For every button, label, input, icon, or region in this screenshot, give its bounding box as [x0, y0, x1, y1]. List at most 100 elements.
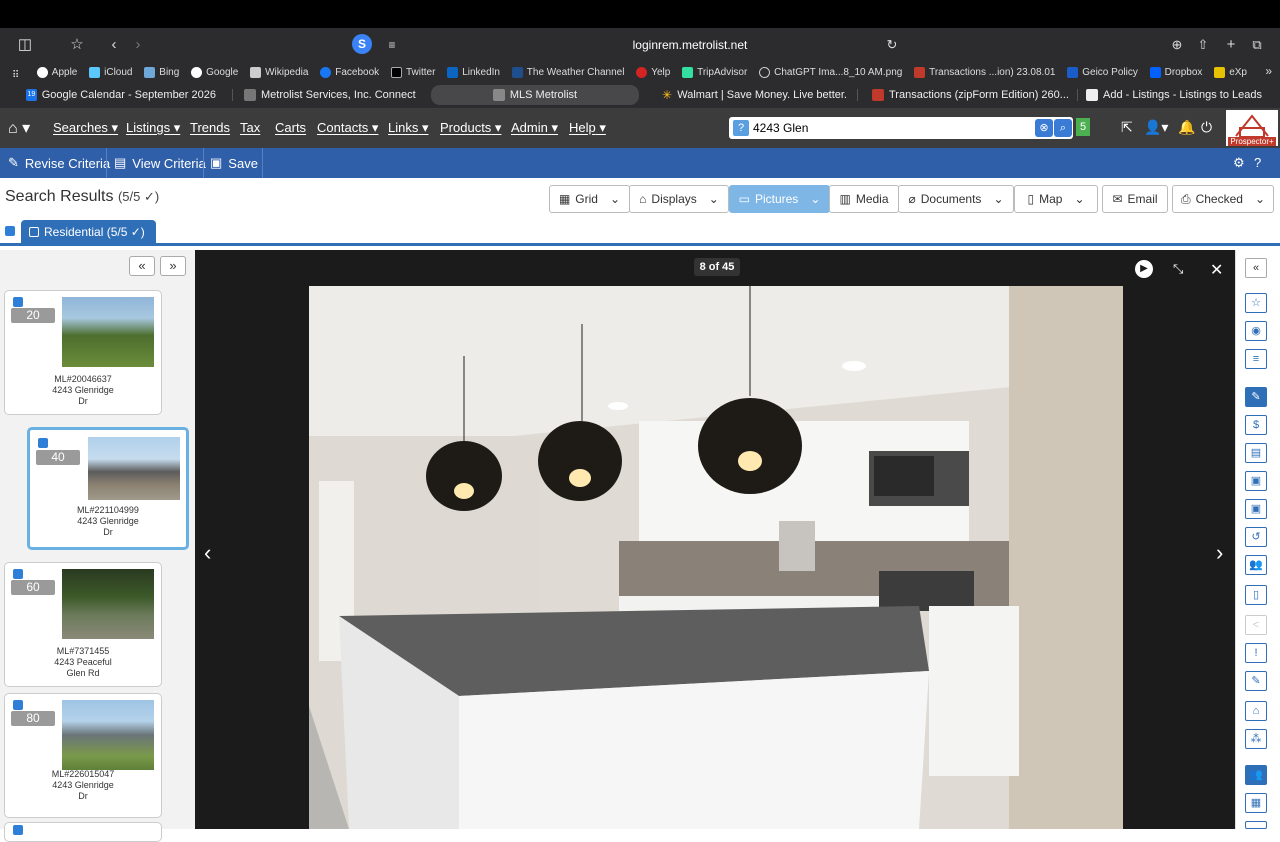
- bell-icon[interactable]: 🔔: [1178, 119, 1195, 136]
- history-icon[interactable]: ↺: [1245, 527, 1267, 547]
- share-icon[interactable]: <: [1245, 615, 1267, 635]
- fav-transactions[interactable]: Transactions ...ion) 23.08.01: [914, 62, 1055, 82]
- forward-icon[interactable]: ›: [128, 34, 148, 56]
- collapse-left-button[interactable]: «: [129, 256, 155, 276]
- listing-photo[interactable]: [62, 700, 154, 770]
- listing-checkbox[interactable]: [13, 700, 23, 710]
- listing-checkbox[interactable]: [13, 297, 23, 307]
- checked-print-button[interactable]: ⎙ Checked ⌄: [1172, 185, 1274, 213]
- fav-twitter[interactable]: Twitter: [390, 62, 435, 82]
- nav-listings[interactable]: Listings ▾: [126, 120, 180, 136]
- nav-help[interactable]: Help ▾: [569, 120, 606, 136]
- fav-geico[interactable]: Geico Policy: [1067, 62, 1138, 82]
- previous-photo-icon[interactable]: ‹: [204, 540, 211, 566]
- nav-tax[interactable]: Tax: [240, 120, 260, 135]
- external-link-icon[interactable]: ⇱: [1121, 119, 1133, 136]
- listing-photo[interactable]: [62, 569, 154, 639]
- extension-s-icon[interactable]: S: [352, 34, 372, 54]
- dollar-icon[interactable]: $: [1245, 415, 1267, 435]
- more-tools-icon[interactable]: [1245, 821, 1267, 829]
- listing-photo-main[interactable]: [309, 286, 1123, 829]
- more-favorites-icon[interactable]: »: [1265, 64, 1272, 78]
- close-viewer-icon[interactable]: ✕: [1210, 260, 1223, 280]
- help-icon[interactable]: ?: [1254, 155, 1261, 170]
- view-pictures-button[interactable]: ▭ Pictures ⌄: [729, 185, 830, 213]
- email-button[interactable]: ✉ Email: [1102, 185, 1168, 213]
- fav-exp[interactable]: eXp: [1214, 62, 1247, 82]
- revise-criteria-button[interactable]: ✎ Revise Criteria: [8, 155, 110, 171]
- reload-icon[interactable]: ↻: [884, 34, 900, 56]
- alert-icon[interactable]: !: [1245, 643, 1267, 663]
- user-menu-icon[interactable]: 👤▾: [1144, 119, 1168, 136]
- grid-icon[interactable]: ⠿: [12, 70, 24, 81]
- fav-linkedin[interactable]: LinkedIn: [447, 62, 500, 82]
- nav-links[interactable]: Links ▾: [388, 120, 429, 136]
- building-icon[interactable]: ⌂: [1245, 701, 1267, 721]
- listing-card[interactable]: 20 ML#20046637 4243 Glenridge Dr: [4, 290, 162, 415]
- listing-checkbox[interactable]: [13, 569, 23, 579]
- nav-products[interactable]: Products ▾: [440, 120, 501, 136]
- result-count-badge[interactable]: 5: [1076, 118, 1090, 136]
- tools-icon[interactable]: ✎: [1245, 387, 1267, 407]
- address-bar[interactable]: loginrem.metrolist.net: [540, 38, 840, 52]
- tab-walmart[interactable]: ✳ Walmart | Save Money. Live better.: [662, 85, 847, 105]
- listing-photo[interactable]: [88, 437, 180, 500]
- listing-card[interactable]: 60 ML#7371455 4243 Peaceful Glen Rd: [4, 562, 162, 687]
- fav-bing[interactable]: Bing: [144, 62, 179, 82]
- tab-metrolist-connect[interactable]: Metrolist Services, Inc. Connect: [244, 85, 424, 105]
- tab-overview-icon[interactable]: ⧉: [1248, 34, 1266, 56]
- bookmark-star-icon[interactable]: ☆: [66, 34, 88, 56]
- group-icon[interactable]: ⁂: [1245, 729, 1267, 749]
- fav-yelp[interactable]: Yelp: [636, 62, 670, 82]
- tab-zipform[interactable]: Transactions (zipForm Edition) 260...: [872, 85, 1070, 105]
- search-help-badge[interactable]: ?: [733, 120, 749, 136]
- tab-google-calendar[interactable]: 19 Google Calendar - September 2026: [26, 85, 216, 105]
- view-documents-button[interactable]: ⌀ Documents ⌄: [898, 185, 1014, 213]
- next-photo-icon[interactable]: ›: [1216, 540, 1223, 566]
- fav-google[interactable]: Google: [191, 62, 238, 82]
- fav-chatgpt[interactable]: ChatGPT Ima...8_10 AM.png: [759, 62, 902, 82]
- view-displays-button[interactable]: ⌂ Displays ⌄: [629, 185, 729, 213]
- share-icon[interactable]: ⇧: [1194, 34, 1212, 56]
- fav-apple[interactable]: Apple: [36, 62, 77, 82]
- listing-checkbox[interactable]: [38, 438, 48, 448]
- nav-searches[interactable]: Searches ▾: [53, 120, 118, 136]
- star-icon[interactable]: ☆: [1245, 293, 1267, 313]
- edit-icon[interactable]: ✎: [1245, 671, 1267, 691]
- contact-card-icon[interactable]: ▣: [1245, 471, 1267, 491]
- fav-icloud[interactable]: iCloud: [89, 62, 133, 82]
- quick-search-input[interactable]: 4243 Glen: [753, 121, 808, 135]
- people-icon[interactable]: 👥: [1245, 555, 1267, 575]
- search-icon[interactable]: ⌕: [1054, 119, 1072, 137]
- new-tab-icon[interactable]: +: [1222, 34, 1240, 56]
- view-map-button[interactable]: ▯ Map ⌄: [1014, 185, 1098, 213]
- settings-gear-icon[interactable]: ⚙: [1233, 155, 1245, 171]
- fav-tripadvisor[interactable]: TripAdvisor: [682, 62, 747, 82]
- save-button[interactable]: ▣ Save: [210, 155, 258, 171]
- listing-card[interactable]: 80 ML#226015047 4243 Glenridge Dr: [4, 693, 162, 818]
- id-card-icon[interactable]: ▣: [1245, 499, 1267, 519]
- listing-card[interactable]: [4, 822, 162, 842]
- download-icon[interactable]: ⊕: [1168, 34, 1186, 56]
- view-grid-button[interactable]: ▦ Grid ⌄: [549, 185, 630, 213]
- expand-right-button[interactable]: »: [160, 256, 186, 276]
- tab-residential[interactable]: Residential (5/5 ✓): [21, 220, 156, 244]
- nav-contacts[interactable]: Contacts ▾: [317, 120, 378, 136]
- listing-photo[interactable]: [62, 297, 154, 367]
- power-icon[interactable]: ⏻: [1201, 119, 1212, 136]
- sort-icon[interactable]: ≡: [1245, 349, 1267, 369]
- listing-card-selected[interactable]: 40 ML#221104999 4243 Glenridge Dr: [27, 427, 189, 550]
- tab-add-listings[interactable]: Add - Listings - Listings to Leads: [1086, 85, 1280, 105]
- fav-weather[interactable]: The Weather Channel: [511, 62, 624, 82]
- nav-admin[interactable]: Admin ▾: [511, 120, 558, 136]
- tab-mls-metrolist[interactable]: MLS Metrolist: [431, 85, 639, 105]
- collapse-fullscreen-icon[interactable]: ⤡: [1173, 261, 1183, 277]
- nav-trends[interactable]: Trends: [190, 120, 230, 135]
- play-slideshow-icon[interactable]: ▶: [1135, 260, 1153, 278]
- fav-wikipedia[interactable]: Wikipedia: [250, 62, 308, 82]
- back-icon[interactable]: ‹: [104, 34, 124, 56]
- collapse-panel-icon[interactable]: «: [1245, 258, 1267, 278]
- view-criteria-button[interactable]: ▤ View Criteria: [114, 155, 206, 171]
- sidebar-toggle-icon[interactable]: ◫ ⌄: [10, 34, 40, 75]
- map-icon[interactable]: ▯: [1245, 585, 1267, 605]
